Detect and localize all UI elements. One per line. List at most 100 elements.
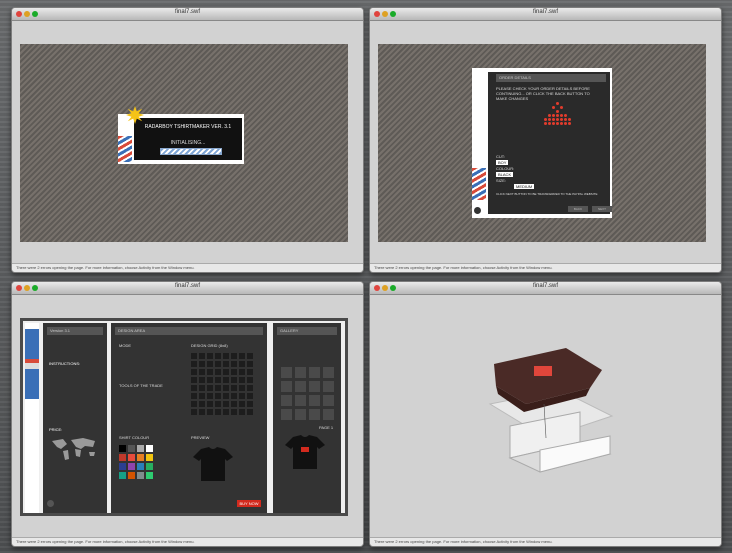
grid-cell[interactable] <box>199 385 205 391</box>
grid-cell[interactable] <box>239 377 245 383</box>
grid-cell[interactable] <box>223 377 229 383</box>
gallery-thumbnail[interactable] <box>309 381 320 392</box>
gallery-thumbnail[interactable] <box>295 409 306 420</box>
grid-cell[interactable] <box>247 377 253 383</box>
grid-cell[interactable] <box>239 401 245 407</box>
grid-cell[interactable] <box>239 409 245 415</box>
titlebar[interactable]: final7.swf <box>12 8 363 21</box>
gallery-thumbnail[interactable] <box>309 395 320 406</box>
gallery-thumbnail[interactable] <box>295 367 306 378</box>
colour-swatch[interactable] <box>146 454 153 461</box>
colour-swatch[interactable] <box>137 445 144 452</box>
grid-cell[interactable] <box>223 385 229 391</box>
grid-cell[interactable] <box>223 401 229 407</box>
grid-cell[interactable] <box>239 369 245 375</box>
grid-cell[interactable] <box>223 409 229 415</box>
grid-cell[interactable] <box>207 353 213 359</box>
grid-cell[interactable] <box>231 385 237 391</box>
gallery-thumbnail[interactable] <box>281 409 292 420</box>
colour-swatch[interactable] <box>146 445 153 452</box>
grid-cell[interactable] <box>231 409 237 415</box>
grid-cell[interactable] <box>231 369 237 375</box>
colour-swatch[interactable] <box>119 454 126 461</box>
colour-swatch[interactable] <box>137 463 144 470</box>
gallery-thumbnail[interactable] <box>309 409 320 420</box>
grid-cell[interactable] <box>191 377 197 383</box>
gallery-thumbnail[interactable] <box>295 381 306 392</box>
grid-cell[interactable] <box>199 401 205 407</box>
grid-cell[interactable] <box>247 353 253 359</box>
grid-cell[interactable] <box>215 377 221 383</box>
grid-cell[interactable] <box>215 353 221 359</box>
grid-cell[interactable] <box>231 361 237 367</box>
colour-swatch[interactable] <box>119 472 126 479</box>
colour-swatch[interactable] <box>137 472 144 479</box>
colour-swatch[interactable] <box>119 445 126 452</box>
grid-cell[interactable] <box>223 361 229 367</box>
grid-cell[interactable] <box>215 369 221 375</box>
grid-cell[interactable] <box>199 393 205 399</box>
grid-cell[interactable] <box>191 409 197 415</box>
gallery-thumbnail[interactable] <box>281 381 292 392</box>
grid-cell[interactable] <box>199 377 205 383</box>
colour-swatch[interactable] <box>128 472 135 479</box>
grid-cell[interactable] <box>191 369 197 375</box>
grid-cell[interactable] <box>215 385 221 391</box>
tab-strip[interactable] <box>25 329 39 399</box>
grid-cell[interactable] <box>223 369 229 375</box>
gallery-thumbnail[interactable] <box>295 395 306 406</box>
grid-cell[interactable] <box>207 409 213 415</box>
gallery-thumbnail[interactable] <box>323 409 334 420</box>
grid-cell[interactable] <box>199 369 205 375</box>
gallery-thumbnail[interactable] <box>281 367 292 378</box>
grid-cell[interactable] <box>215 393 221 399</box>
grid-cell[interactable] <box>247 369 253 375</box>
gallery-thumbnail[interactable] <box>309 367 320 378</box>
titlebar[interactable]: final7.swf <box>370 282 721 295</box>
grid-cell[interactable] <box>247 401 253 407</box>
grid-cell[interactable] <box>239 353 245 359</box>
grid-cell[interactable] <box>231 401 237 407</box>
grid-cell[interactable] <box>239 385 245 391</box>
grid-cell[interactable] <box>247 393 253 399</box>
grid-cell[interactable] <box>207 385 213 391</box>
grid-cell[interactable] <box>223 393 229 399</box>
titlebar[interactable]: final7.swf <box>370 8 721 21</box>
gallery-thumbnail[interactable] <box>281 395 292 406</box>
grid-cell[interactable] <box>199 361 205 367</box>
titlebar[interactable]: final7.swf <box>12 282 363 295</box>
next-button[interactable]: NEXT <box>592 206 612 212</box>
grid-cell[interactable] <box>191 401 197 407</box>
buy-now-button[interactable]: BUY NOW <box>237 500 261 507</box>
colour-swatch[interactable] <box>146 472 153 479</box>
colour-swatch[interactable] <box>128 445 135 452</box>
grid-cell[interactable] <box>199 409 205 415</box>
grid-cell[interactable] <box>207 377 213 383</box>
grid-cell[interactable] <box>223 353 229 359</box>
grid-cell[interactable] <box>239 393 245 399</box>
back-button[interactable]: BACK <box>568 206 588 212</box>
grid-cell[interactable] <box>191 361 197 367</box>
grid-cell[interactable] <box>247 361 253 367</box>
colour-swatch[interactable] <box>128 454 135 461</box>
gallery-thumbnail[interactable] <box>323 367 334 378</box>
grid-cell[interactable] <box>191 353 197 359</box>
colour-swatch[interactable] <box>137 454 144 461</box>
gallery-thumbnail[interactable] <box>323 395 334 406</box>
gallery-thumbnail[interactable] <box>323 381 334 392</box>
grid-cell[interactable] <box>207 369 213 375</box>
round-icon[interactable] <box>47 500 54 507</box>
grid-cell[interactable] <box>215 409 221 415</box>
grid-cell[interactable] <box>215 361 221 367</box>
grid-cell[interactable] <box>239 361 245 367</box>
grid-cell[interactable] <box>207 361 213 367</box>
colour-swatch[interactable] <box>119 463 126 470</box>
colour-swatch[interactable] <box>146 463 153 470</box>
colour-swatch[interactable] <box>128 463 135 470</box>
grid-cell[interactable] <box>191 385 197 391</box>
grid-cell[interactable] <box>247 385 253 391</box>
grid-cell[interactable] <box>231 377 237 383</box>
grid-cell[interactable] <box>247 409 253 415</box>
grid-cell[interactable] <box>199 353 205 359</box>
round-icon[interactable] <box>474 207 481 214</box>
